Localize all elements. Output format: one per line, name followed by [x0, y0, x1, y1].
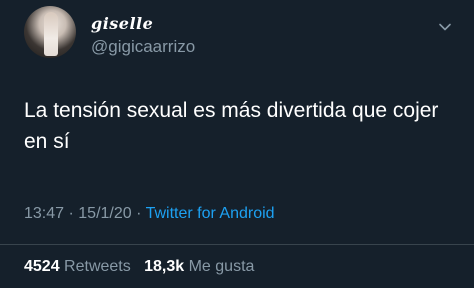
- tweet-text: La tensión sexual es más divertida que c…: [24, 99, 439, 153]
- tweet-date: 15/1/20: [78, 205, 132, 222]
- tweet-meta: 13:47 · 15/1/20 · Twitter for Android: [24, 205, 275, 223]
- author-handle[interactable]: @gigicaarrizo: [91, 37, 195, 57]
- avatar-photo: [44, 12, 58, 56]
- divider: [0, 244, 474, 245]
- avatar[interactable]: [24, 6, 76, 58]
- likes-stat[interactable]: 18,3k Me gusta: [144, 258, 254, 276]
- likes-label: Me gusta: [188, 258, 255, 275]
- tweet-stats: 4524 Retweets 18,3k Me gusta: [24, 258, 254, 276]
- chevron-down-icon[interactable]: [438, 20, 452, 34]
- meta-separator: ·: [64, 205, 79, 222]
- likes-count: 18,3k: [144, 258, 185, 275]
- retweets-stat[interactable]: 4524 Retweets: [24, 258, 131, 276]
- tweet-card: giselle @gigicaarrizo La tensión sexual …: [0, 0, 474, 288]
- retweets-label: Retweets: [64, 258, 131, 275]
- tweet-time: 13:47: [24, 205, 65, 222]
- retweets-count: 4524: [24, 258, 60, 275]
- meta-separator: ·: [131, 205, 146, 222]
- author-display-name[interactable]: giselle: [91, 14, 153, 33]
- tweet-source-link[interactable]: Twitter for Android: [146, 205, 275, 222]
